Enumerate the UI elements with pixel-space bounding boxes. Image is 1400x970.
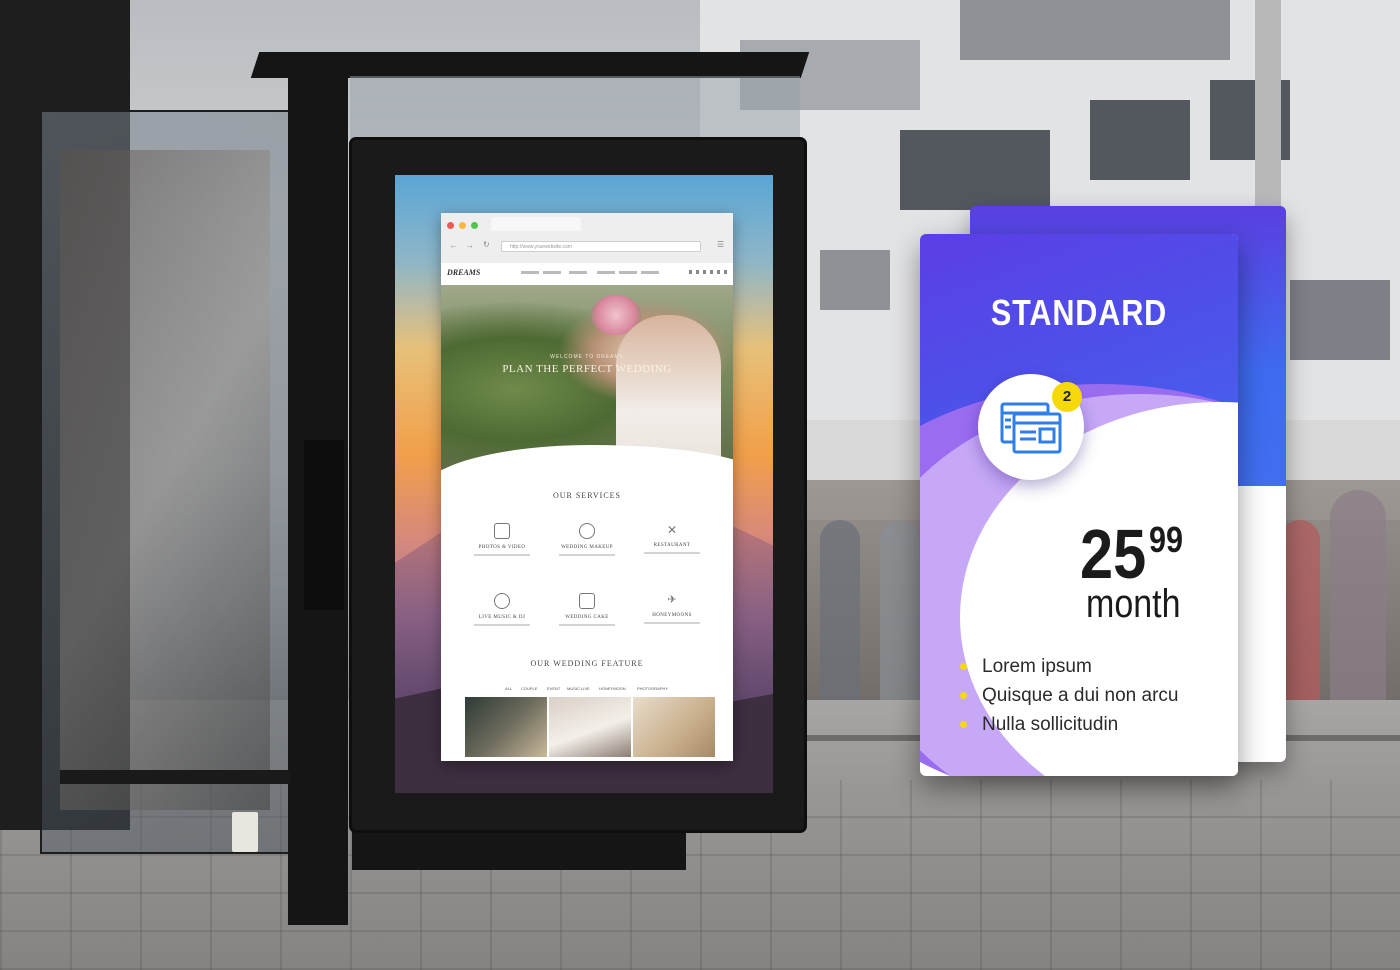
feature-item: Quisque a dui non arcu	[960, 681, 1230, 710]
ad-poster: ← → ↻ http://www.yourwebsite.com ☰ DREAM…	[395, 175, 773, 793]
feature-gallery	[465, 697, 715, 759]
nav-link	[543, 271, 561, 274]
feature-tabs: ALL COUPLE EVENT MUSIC LIVE HONEYMOON PH…	[505, 686, 705, 694]
pedestrian	[820, 520, 860, 700]
tab-honeymoon[interactable]: HONEYMOON	[599, 686, 626, 691]
features-title: OUR WEDDING FEATURE	[530, 659, 644, 668]
price-cents: 99	[1149, 519, 1184, 560]
shelter-glass-reflection	[60, 150, 270, 810]
tab-photography[interactable]: PHOTOGRAPHY	[637, 686, 668, 691]
service-item: LIVE MUSIC & DJ	[457, 593, 547, 626]
tab-music-live[interactable]: MUSIC LIVE	[567, 686, 590, 691]
nav-link	[569, 271, 587, 274]
building-window	[900, 130, 1050, 210]
forward-arrow-icon: →	[465, 240, 474, 250]
pedestrian	[1330, 490, 1386, 720]
address-bar: http://www.yourwebsite.com	[501, 241, 701, 252]
social-icons	[689, 270, 727, 274]
building-window	[960, 0, 1230, 60]
tab-all[interactable]: ALL	[505, 686, 512, 691]
service-item: ✕ RESTAURANT	[627, 523, 717, 554]
count-badge: 2	[1052, 382, 1082, 412]
gallery-photo	[633, 697, 715, 757]
makeup-icon	[579, 523, 595, 539]
menu-icon: ☰	[717, 240, 725, 249]
nav-link	[641, 271, 659, 274]
building-window	[820, 250, 890, 310]
pricing-card: STANDARD 2 25 99 month Lorem ipsum Quisq…	[920, 234, 1238, 776]
hero-wave-divider	[441, 445, 733, 525]
back-arrow-icon: ←	[449, 240, 458, 250]
plane-icon: ✈	[667, 594, 677, 606]
shelter-bench	[60, 770, 290, 784]
browser-tab	[491, 217, 581, 231]
gallery-photo	[465, 697, 547, 757]
site-logo: DREAMS	[447, 268, 481, 277]
nav-link	[619, 271, 637, 274]
browser-windows-icon	[1000, 402, 1062, 454]
reload-icon: ↻	[483, 240, 490, 249]
maximize-dot-icon	[471, 222, 478, 229]
feature-item: Nulla sollicitudin	[960, 710, 1230, 739]
plan-title: STANDARD	[990, 292, 1168, 333]
price-main: 25	[1080, 515, 1147, 593]
feature-item: Lorem ipsum	[960, 652, 1230, 681]
feature-list: Lorem ipsum Quisque a dui non arcu Nulla…	[960, 652, 1230, 739]
cake-icon	[579, 593, 595, 609]
hero-title: PLAN THE PERFECT WEDDING	[502, 363, 672, 375]
cutlery-icon: ✕	[666, 523, 678, 537]
coffee-cup	[232, 812, 258, 852]
shelter-roof-glass	[350, 76, 800, 146]
site-navbar: DREAMS	[441, 263, 733, 285]
minimize-dot-icon	[459, 222, 466, 229]
gallery-photo	[549, 697, 631, 757]
pedestrian	[880, 520, 920, 710]
service-item: WEDDING MAKEUP	[542, 523, 632, 556]
music-icon	[494, 593, 510, 609]
building-window	[1090, 100, 1190, 180]
services-title: OUR SERVICES	[552, 491, 622, 500]
shelter-base	[352, 825, 686, 870]
nav-link	[597, 271, 615, 274]
hero-kicker: WELCOME TO DREAMS	[550, 354, 624, 360]
camera-icon	[494, 523, 510, 539]
price-unit: month	[1086, 582, 1181, 626]
service-item: ✈ HONEYMOONS	[627, 593, 717, 624]
pedestrian	[1280, 520, 1320, 700]
shelter-handle	[304, 440, 344, 610]
tab-couple[interactable]: COUPLE	[521, 686, 537, 691]
nav-link	[521, 271, 539, 274]
service-item: WEDDING CAKE	[542, 593, 632, 626]
browser-toolbar: ← → ↻ http://www.yourwebsite.com ☰	[441, 213, 733, 264]
close-dot-icon	[447, 222, 454, 229]
service-item: PHOTOS & VIDEO	[457, 523, 547, 556]
building-window	[1290, 280, 1390, 360]
tab-event[interactable]: EVENT	[547, 686, 560, 691]
website-mockup: ← → ↻ http://www.yourwebsite.com ☰ DREAM…	[441, 213, 733, 761]
